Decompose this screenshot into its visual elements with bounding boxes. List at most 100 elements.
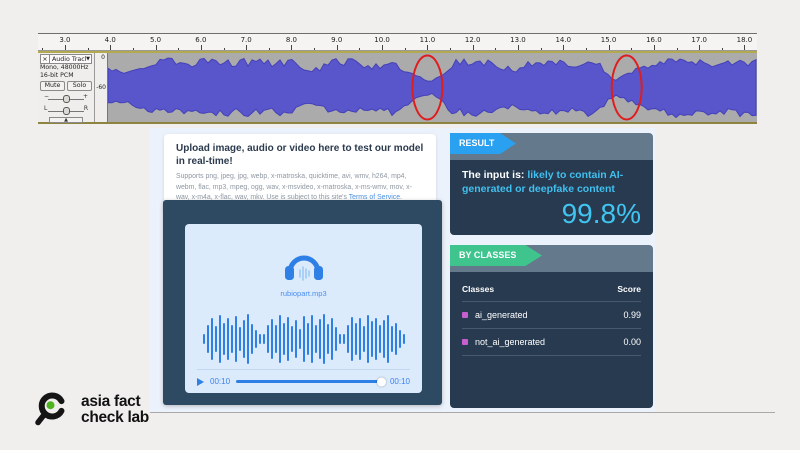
timeline-tick-label: 8.0 xyxy=(286,36,297,44)
audio-bar xyxy=(403,334,405,344)
score-column-header: Score xyxy=(617,284,641,294)
timeline-tick-label: 18.0 xyxy=(737,36,753,44)
audio-waveform-visualization xyxy=(185,310,422,368)
audio-bar xyxy=(387,315,389,362)
gain-slider[interactable]: − + xyxy=(40,92,92,103)
audio-bar xyxy=(207,325,209,353)
timeline-ruler[interactable]: 3.04.05.06.07.08.09.010.011.012.013.014.… xyxy=(38,34,757,51)
timeline-tick xyxy=(382,45,383,50)
audio-bar xyxy=(243,320,245,358)
audio-bar xyxy=(351,317,353,362)
timeline-tick xyxy=(88,48,89,50)
timeline-tick-label: 5.0 xyxy=(150,36,161,44)
audio-player-card: rubiopart.mp3 00:10 00:10 xyxy=(163,200,442,405)
audio-bar xyxy=(307,323,309,356)
headphones-icon xyxy=(281,248,327,284)
timeline-tick xyxy=(201,45,202,50)
timeline-tick xyxy=(246,45,247,50)
current-time: 00:10 xyxy=(210,377,230,386)
audio-bar xyxy=(255,330,257,348)
timeline-tick xyxy=(314,48,315,50)
timeline-tick xyxy=(586,48,587,50)
seek-bar[interactable] xyxy=(236,380,384,383)
audio-bar xyxy=(311,315,313,363)
audio-bar xyxy=(299,329,301,350)
audio-bar xyxy=(399,330,401,348)
timeline-tick xyxy=(65,45,66,50)
pan-slider-knob[interactable] xyxy=(63,107,70,115)
close-track-button[interactable]: × xyxy=(41,55,50,63)
track-control-panel: × Audio Track ▼ Mono, 48000Hz 16-bit PCM… xyxy=(38,53,95,122)
timeline-tick xyxy=(631,48,632,50)
audio-bar xyxy=(315,325,317,353)
play-button[interactable] xyxy=(197,378,204,386)
audio-bar xyxy=(279,315,281,362)
timeline-tick xyxy=(722,48,723,50)
waveform-display[interactable] xyxy=(108,53,757,122)
audio-bar xyxy=(203,334,205,344)
pan-right-label: R xyxy=(84,105,88,112)
audio-bar xyxy=(227,318,229,359)
audio-bar xyxy=(347,325,349,353)
audio-bar xyxy=(331,318,333,360)
classes-table-header: Classes Score xyxy=(462,278,641,302)
audio-bar xyxy=(271,319,273,359)
audio-bar xyxy=(287,317,289,360)
result-text: The input is: likely to contain AI-gener… xyxy=(462,168,641,197)
audio-track: × Audio Track ▼ Mono, 48000Hz 16-bit PCM… xyxy=(38,51,757,124)
logo-line-2: check lab xyxy=(81,410,149,426)
timeline-tick xyxy=(563,45,564,50)
class-score-row: not_ai_generated 0.00 xyxy=(462,329,641,356)
asia-fact-check-lab-logo: asia fact check lab xyxy=(33,389,149,431)
timeline-tick-label: 9.0 xyxy=(331,36,342,44)
audio-bar xyxy=(263,334,265,344)
class-score: 0.00 xyxy=(623,337,641,347)
audio-bar xyxy=(323,314,325,364)
audio-bar xyxy=(339,334,341,345)
audio-bar xyxy=(291,326,293,352)
timeline-tick xyxy=(427,45,428,50)
magnifier-icon xyxy=(33,389,73,431)
pan-slider[interactable]: L R xyxy=(40,104,92,115)
seek-knob[interactable] xyxy=(377,377,386,386)
audio-bar xyxy=(275,325,277,354)
audio-bar xyxy=(251,324,253,354)
class-label: not_ai_generated xyxy=(475,337,545,347)
vruler-minus60-label: -60 xyxy=(96,84,106,91)
timeline-tick xyxy=(495,48,496,50)
upload-title: Upload image, audio or video here to tes… xyxy=(176,143,424,168)
audio-bar xyxy=(223,323,225,356)
audio-bar xyxy=(295,320,297,358)
gain-slider-knob[interactable] xyxy=(63,95,70,103)
audio-bar xyxy=(259,334,261,345)
timeline-tick-label: 17.0 xyxy=(691,36,707,44)
by-classes-panel-header: BY CLASSES xyxy=(450,245,653,272)
track-format-info: Mono, 48000Hz xyxy=(40,64,92,72)
track-name: Audio Track xyxy=(50,56,86,63)
track-menu-dropdown-icon[interactable]: ▼ xyxy=(86,56,91,62)
audio-bar xyxy=(303,316,305,362)
timeline-tick xyxy=(450,48,451,50)
audio-bar xyxy=(375,318,377,360)
collapse-track-button[interactable]: ▲ xyxy=(49,117,83,123)
audio-bar xyxy=(235,316,237,362)
timeline-tick xyxy=(133,48,134,50)
class-score: 0.99 xyxy=(623,310,641,320)
classes-column-header: Classes xyxy=(462,284,494,294)
mute-button[interactable]: Mute xyxy=(40,81,65,91)
result-ribbon: RESULT xyxy=(450,133,516,154)
result-panel-header: RESULT xyxy=(450,133,653,160)
class-label: ai_generated xyxy=(475,310,528,320)
audio-bar xyxy=(355,323,357,356)
timeline-tick xyxy=(291,45,292,50)
track-bitdepth-info: 16-bit PCM xyxy=(40,72,92,80)
audio-bar xyxy=(343,334,345,344)
solo-button[interactable]: Solo xyxy=(67,81,92,91)
timeline-tick-label: 7.0 xyxy=(241,36,252,44)
audio-bar xyxy=(215,326,217,352)
player-controls: 00:10 00:10 xyxy=(197,369,410,386)
audio-bar xyxy=(231,325,233,353)
logo-green-dot xyxy=(47,401,55,409)
timeline-tick xyxy=(405,48,406,50)
timeline-tick xyxy=(609,45,610,50)
